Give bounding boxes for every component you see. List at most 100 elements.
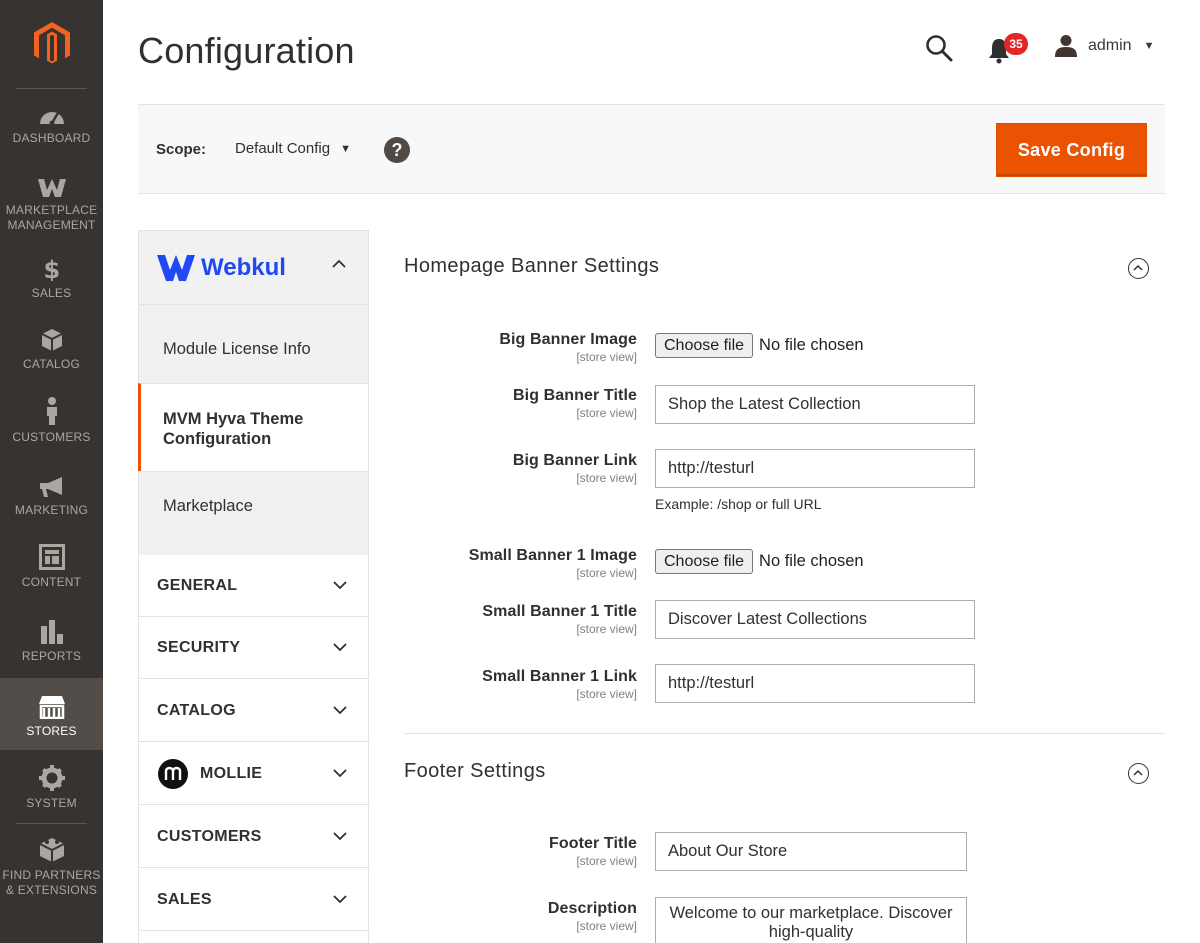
chevron-up-icon: [1133, 264, 1143, 271]
big-banner-title-input[interactable]: [655, 385, 975, 424]
chevron-down-icon: [333, 832, 347, 841]
user-menu[interactable]: admin ▼: [1054, 33, 1154, 59]
tab-group-catalog[interactable]: CATALOG: [138, 680, 369, 742]
tab-label: MVM Hyva Theme Configuration: [163, 410, 304, 448]
group-label: CATALOG: [157, 701, 236, 719]
person-icon: [46, 397, 57, 425]
page-title: Configuration: [138, 30, 355, 71]
tab-marketplace[interactable]: Marketplace: [138, 471, 369, 556]
file-status: No file chosen: [759, 336, 864, 354]
nav-item-label: REPORTS: [21, 649, 82, 663]
user-icon: [1055, 35, 1077, 57]
search-icon: [926, 35, 953, 62]
field-label: Small Banner 1 Image: [468, 547, 637, 564]
nav-item-label: FIND PARTNERS & EXTENSIONS: [2, 868, 101, 897]
footer-description-textarea[interactable]: Welcome to our marketplace. Discover hig…: [655, 897, 967, 943]
nav-item-sales[interactable]: $ SALES: [0, 257, 103, 302]
admin-sidebar: DASHBOARD MARKETPLACE MANAGEMENT $ SALES…: [0, 0, 103, 943]
scope-label: Scope:: [156, 141, 207, 158]
chevron-down-icon: [333, 769, 347, 778]
nav-item-system[interactable]: SYSTEM: [0, 765, 103, 811]
tab-group-customers[interactable]: CUSTOMERS: [138, 806, 369, 868]
small-banner-1-title-input[interactable]: [655, 600, 975, 639]
nav-item-label: CONTENT: [21, 575, 82, 589]
choose-file-button[interactable]: Choose file: [655, 549, 754, 574]
field-label: Small Banner 1 Title: [482, 603, 637, 620]
notifications-button[interactable]: 35: [988, 33, 1028, 64]
section-title-homepage-banner[interactable]: Homepage Banner Settings: [404, 255, 659, 278]
field-label: Footer Title: [548, 835, 637, 852]
tab-mvm-hyva-theme-configuration[interactable]: MVM Hyva Theme Configuration: [138, 383, 369, 473]
chevron-down-icon: ▼: [340, 142, 351, 155]
nav-item-marketplace-management[interactable]: MARKETPLACE MANAGEMENT: [0, 178, 103, 238]
chevron-down-icon: [333, 706, 347, 715]
nav-item-find-partners[interactable]: FIND PARTNERS & EXTENSIONS: [0, 837, 103, 899]
storefront-icon: [38, 696, 65, 719]
blocks-icon: [39, 838, 64, 862]
nav-item-label: MARKETPLACE MANAGEMENT: [5, 203, 98, 232]
nav-item-label: STORES: [26, 724, 77, 738]
small-banner-1-image-file-input[interactable]: Choose file No file chosen: [655, 549, 864, 574]
group-label: SALES: [157, 890, 212, 908]
scope-note: [store view]: [576, 406, 637, 420]
scope-note: [store view]: [576, 566, 637, 580]
mollie-logo-icon: [158, 758, 188, 789]
small-banner-1-link-input[interactable]: [655, 664, 975, 703]
layout-icon: [38, 544, 65, 570]
nav-divider: [16, 823, 87, 824]
group-label: CUSTOMERS: [157, 827, 262, 845]
footer-title-input[interactable]: [655, 832, 967, 871]
scope-note: [store view]: [576, 687, 637, 701]
tab-group-security[interactable]: SECURITY: [138, 617, 369, 679]
search-button[interactable]: [924, 33, 954, 63]
nav-item-customers[interactable]: CUSTOMERS: [0, 397, 103, 445]
tab-group-general[interactable]: GENERAL: [138, 555, 369, 617]
field-note: Example: /shop or full URL: [655, 496, 822, 512]
tab-group-sales[interactable]: SALES: [138, 869, 369, 931]
bar-chart-icon: [40, 620, 63, 644]
scope-value: Default Config: [235, 140, 331, 157]
nav-item-label: CATALOG: [23, 357, 80, 371]
section-divider: [404, 733, 1165, 734]
help-icon[interactable]: ?: [384, 137, 410, 163]
scope-note: [store view]: [576, 919, 637, 933]
chevron-down-icon: [333, 643, 347, 652]
svg-text:$: $: [43, 257, 60, 281]
field-label: Big Banner Image: [499, 331, 637, 348]
chevron-down-icon: [333, 895, 347, 904]
big-banner-image-file-input[interactable]: Choose file No file chosen: [655, 333, 864, 358]
field-label: Description: [547, 900, 637, 917]
big-banner-link-input[interactable]: [655, 449, 975, 488]
chevron-down-icon: ▼: [1143, 40, 1155, 52]
tab-group-mollie[interactable]: MOLLIE: [138, 743, 369, 805]
webkul-logo-icon: [157, 255, 195, 281]
notification-count-badge: 35: [1004, 33, 1028, 55]
nav-item-label: MARKETING: [14, 503, 89, 517]
dollar-icon: $: [43, 257, 60, 281]
nav-item-dashboard[interactable]: DASHBOARD: [0, 106, 103, 156]
nav-item-label: CUSTOMERS: [12, 430, 91, 444]
scope-note: [store view]: [576, 622, 637, 636]
magento-logo[interactable]: [0, 0, 103, 88]
gear-icon: [38, 765, 65, 791]
scope-switcher[interactable]: Default Config ▼: [235, 140, 351, 157]
user-name: admin: [1088, 37, 1132, 54]
magento-logo-icon: [33, 22, 70, 64]
collapse-homepage-banner-button[interactable]: [1128, 258, 1149, 279]
save-config-button[interactable]: Save Config: [996, 123, 1147, 177]
nav-item-stores[interactable]: STORES: [0, 678, 103, 750]
nav-item-content[interactable]: CONTENT: [0, 544, 103, 590]
nav-item-catalog[interactable]: CATALOG: [0, 328, 103, 373]
nav-item-marketing[interactable]: MARKETING: [0, 476, 103, 518]
tab-label: Module License Info: [163, 340, 311, 358]
collapse-footer-button[interactable]: [1128, 763, 1149, 784]
tab-group-webkul[interactable]: Webkul: [138, 230, 369, 305]
tab-module-license-info[interactable]: Module License Info: [138, 304, 369, 385]
field-label: Big Banner Link: [512, 452, 637, 469]
megaphone-icon: [39, 477, 62, 497]
tab-group-more[interactable]: [138, 932, 369, 943]
scope-note: [store view]: [576, 471, 637, 485]
choose-file-button[interactable]: Choose file: [655, 333, 754, 358]
nav-item-reports[interactable]: REPORTS: [0, 620, 103, 664]
section-title-footer[interactable]: Footer Settings: [404, 760, 546, 783]
